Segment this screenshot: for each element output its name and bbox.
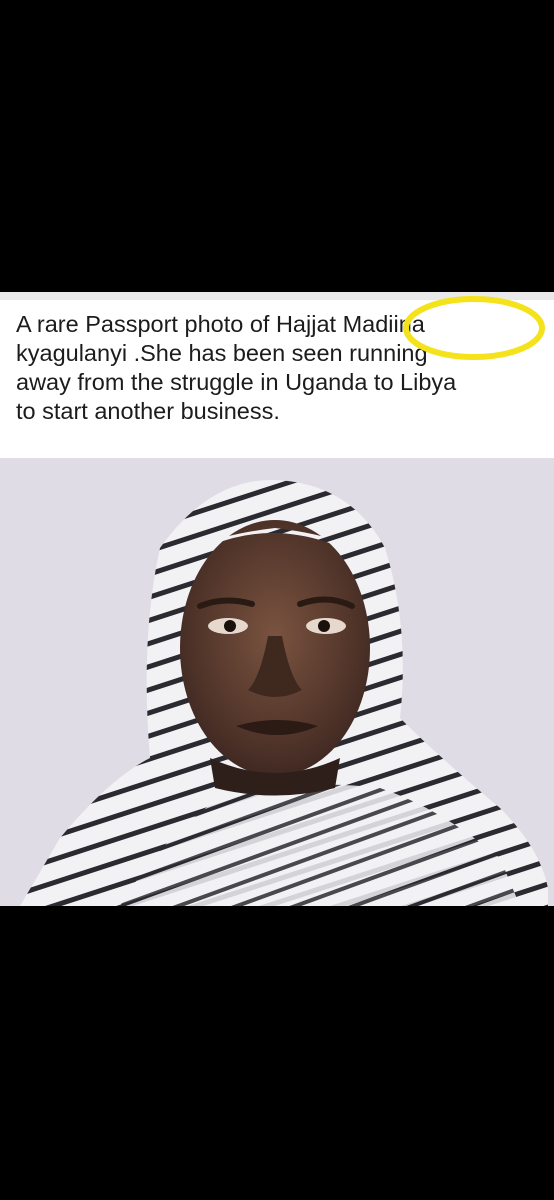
- caption-line-3: away from the struggle in Uganda to Liby…: [16, 369, 457, 395]
- highlight-circle: [403, 296, 545, 360]
- portrait-illustration: [0, 458, 554, 906]
- bottom-black-area: [0, 906, 554, 1200]
- top-black-area: [0, 0, 554, 292]
- caption-line-4: to start another business.: [16, 398, 280, 424]
- passport-photo: [0, 458, 554, 906]
